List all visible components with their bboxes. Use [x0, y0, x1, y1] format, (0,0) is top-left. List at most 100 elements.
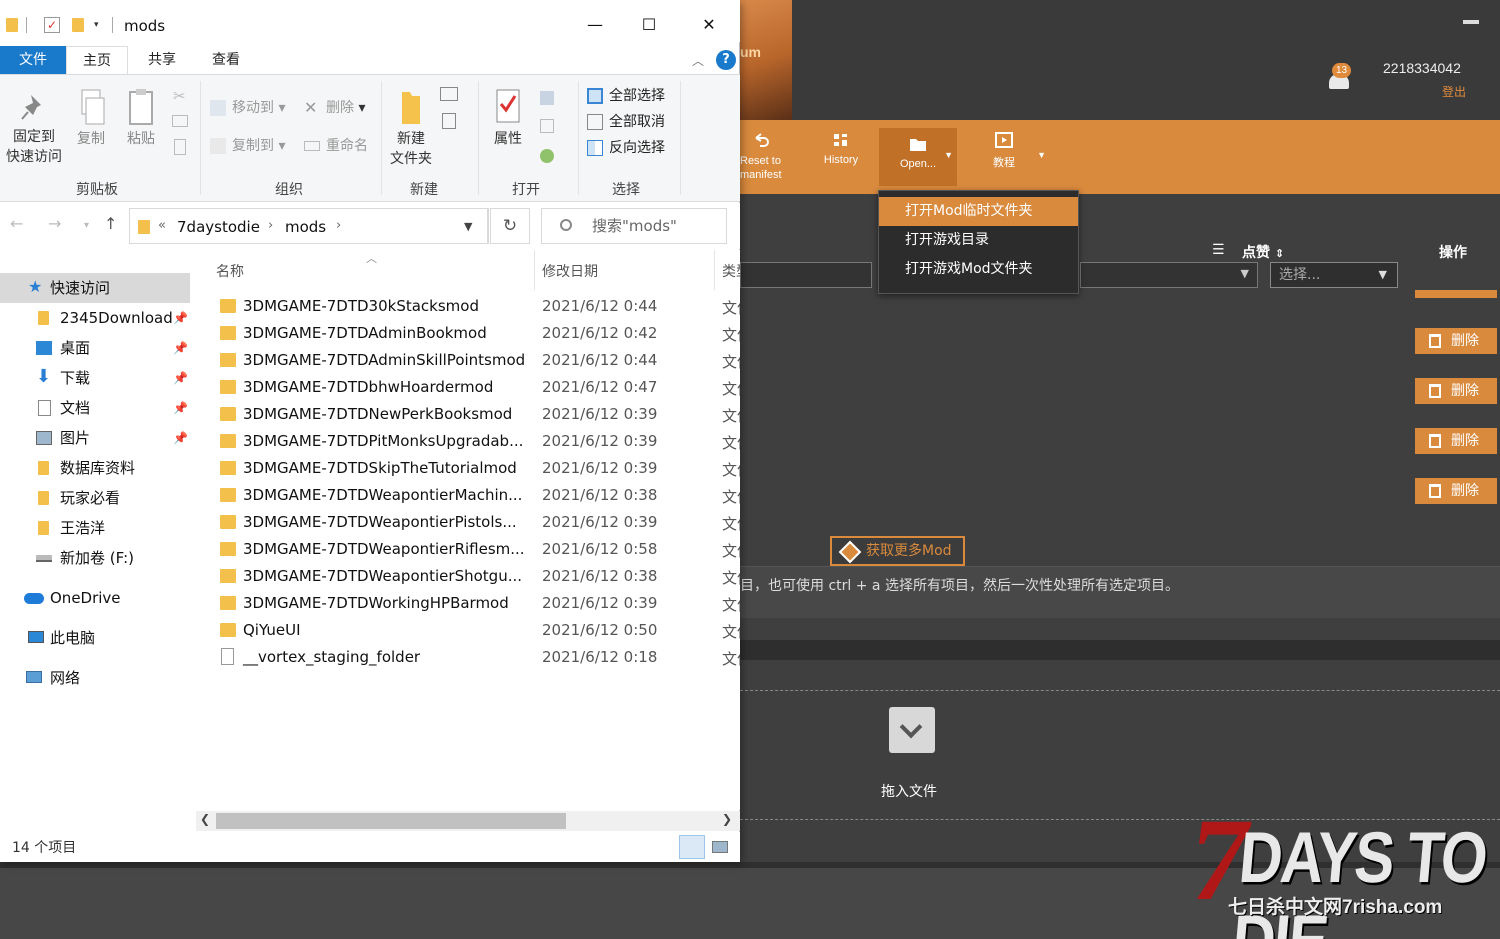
rename-button[interactable]: 重命名	[302, 135, 368, 157]
horizontal-scrollbar[interactable]: ❮ ❯	[196, 811, 740, 831]
easy-access-icon[interactable]	[442, 113, 456, 129]
table-row[interactable]: 3DMGAME-7DTDWeapontierMachin... 2021/6/12…	[196, 482, 740, 509]
column-divider[interactable]	[534, 250, 535, 290]
filter-select[interactable]: ▼	[1080, 262, 1258, 288]
table-row[interactable]: __vortex_staging_folder 2021/6/12 0:18 文件	[196, 644, 740, 671]
up-arrow-icon[interactable]: ↑	[104, 214, 117, 233]
breadcrumb-separator[interactable]: ›	[336, 218, 341, 233]
table-row[interactable]: 3DMGAME-7DTDWeapontierPistols... 2021/6/1…	[196, 509, 740, 536]
nav-item-drive-f[interactable]: 新加卷 (F:)	[0, 543, 190, 573]
column-header-type[interactable]: 类型	[722, 261, 740, 281]
tutorial-button[interactable]: 教程 ▼	[974, 128, 1046, 170]
address-bar[interactable]: « 7daystodie › mods › ▼	[129, 208, 488, 244]
table-row[interactable]: 3DMGAME-7DTDSkipTheTutorialmod 2021/6/12 …	[196, 455, 740, 482]
edit-icon[interactable]	[540, 119, 554, 133]
pin-to-quick-access-button[interactable]: 固定到 快速访问	[4, 91, 64, 167]
filter-input[interactable]	[740, 262, 872, 288]
history-button[interactable]: History	[814, 128, 868, 166]
menu-item-open-mod-staging[interactable]: 打开Mod临时文件夹	[879, 197, 1078, 226]
tab-view[interactable]: 查看	[196, 46, 256, 74]
copy-to-button[interactable]: 复制到 ▾	[208, 135, 285, 157]
table-row[interactable]: 3DMGAME-7DTDPitMonksUpgradab... 2021/6/12…	[196, 428, 740, 455]
collapse-ribbon-icon[interactable]: ︿	[692, 52, 704, 69]
customize-qa-icon[interactable]: ▾	[94, 20, 99, 30]
column-divider[interactable]	[714, 250, 715, 290]
breadcrumb-separator[interactable]: ›	[268, 218, 273, 233]
menu-item-open-game-dir[interactable]: 打开游戏目录	[879, 226, 1078, 255]
column-header-name[interactable]: 名称	[216, 261, 244, 281]
properties-button[interactable]: 属性	[486, 87, 530, 149]
copy-button[interactable]: 复制	[72, 87, 110, 149]
nav-this-pc[interactable]: 此电脑	[0, 623, 190, 653]
forward-arrow-icon[interactable]: →	[48, 214, 61, 233]
back-arrow-icon[interactable]: ←	[10, 214, 23, 233]
delete-button[interactable]: 删除	[1415, 428, 1497, 454]
paste-button[interactable]: 粘贴	[122, 87, 160, 149]
nav-quick-access[interactable]: ★ 快速访问	[0, 273, 190, 303]
logout-link[interactable]: 登出	[1442, 83, 1466, 100]
select-all-button[interactable]: 全部选择	[585, 85, 665, 107]
nav-item-documents[interactable]: 文档 📌	[0, 393, 190, 423]
properties-check-icon[interactable]: ✓	[44, 17, 60, 33]
scroll-right-icon[interactable]: ❯	[722, 812, 732, 826]
breadcrumb-mods[interactable]: mods	[285, 218, 326, 236]
copy-path-icon[interactable]	[172, 115, 188, 127]
get-more-mods-button[interactable]: 获取更多Mod	[830, 536, 965, 566]
minimize-button[interactable]: —	[572, 10, 618, 40]
delete-button-partial[interactable]	[1415, 290, 1497, 298]
table-row[interactable]: QiYueUI 2021/6/12 0:50 文件夹	[196, 617, 740, 644]
table-row[interactable]: 3DMGAME-7DTD30kStacksmod 2021/6/12 0:44 文件…	[196, 293, 740, 320]
breadcrumb-7daystodie[interactable]: 7daystodie	[177, 218, 260, 236]
nav-item-downloads[interactable]: ⬇ 下载 📌	[0, 363, 190, 393]
scroll-left-icon[interactable]: ❮	[200, 812, 210, 826]
scrollbar-thumb[interactable]	[216, 813, 566, 829]
menu-item-open-game-mods[interactable]: 打开游戏Mod文件夹	[879, 255, 1078, 284]
nav-item-2345download[interactable]: 2345Download 📌	[0, 303, 190, 333]
table-row[interactable]: 3DMGAME-7DTDAdminBookmod 2021/6/12 0:42 文件…	[196, 320, 740, 347]
open-button[interactable]: Open... ▼	[879, 128, 957, 186]
endorse-select[interactable]: 选择... ▼	[1270, 262, 1398, 288]
paste-shortcut-icon[interactable]	[174, 139, 186, 155]
refresh-button[interactable]: ↻	[490, 208, 530, 244]
history-icon[interactable]	[540, 149, 554, 163]
invert-selection-button[interactable]: 反向选择	[585, 137, 665, 159]
nav-item-must-read[interactable]: 玩家必看	[0, 483, 190, 513]
move-to-button[interactable]: 移动到 ▾	[208, 97, 285, 119]
open-icon[interactable]	[540, 91, 554, 105]
help-icon[interactable]: ?	[716, 50, 736, 70]
delete-button[interactable]: 删除	[1415, 328, 1497, 354]
table-row[interactable]: 3DMGAME-7DTDWorkingHPBarmod 2021/6/12 0:3…	[196, 590, 740, 617]
new-item-icon[interactable]	[440, 87, 458, 101]
search-input[interactable]: 搜索"mods"	[541, 208, 727, 244]
new-folder-icon[interactable]	[72, 18, 84, 32]
chevron-down-icon[interactable]: ▼	[464, 220, 472, 233]
tab-home[interactable]: 主页	[66, 46, 128, 74]
nav-item-database[interactable]: 数据库资料	[0, 453, 190, 483]
large-icons-view-icon[interactable]	[707, 835, 733, 859]
nav-network[interactable]: 网络	[0, 663, 190, 693]
delete-button[interactable]: 删除	[1415, 478, 1497, 504]
table-row[interactable]: 3DMGAME-7DTDbhwHoardermod 2021/6/12 0:47 文…	[196, 374, 740, 401]
recent-dropdown-icon[interactable]: ▾	[84, 220, 89, 231]
cut-icon[interactable]: ✂	[173, 87, 186, 105]
overflow-chevron[interactable]: «	[158, 218, 166, 233]
nav-item-wanghaoyang[interactable]: 王浩洋	[0, 513, 190, 543]
minimize-icon[interactable]	[1463, 20, 1479, 24]
nav-onedrive[interactable]: OneDrive	[0, 583, 190, 613]
table-row[interactable]: 3DMGAME-7DTDAdminSkillPointsmod 2021/6/12…	[196, 347, 740, 374]
tab-share[interactable]: 共享	[132, 46, 192, 74]
table-row[interactable]: 3DMGAME-7DTDWeapontierShotgu... 2021/6/12…	[196, 563, 740, 590]
reset-to-manifest-button[interactable]: Reset to manifest	[740, 128, 800, 182]
close-button[interactable]: ✕	[686, 10, 732, 40]
table-row[interactable]: 3DMGAME-7DTDNewPerkBooksmod 2021/6/12 0:3…	[196, 401, 740, 428]
delete-button[interactable]: 删除	[1415, 378, 1497, 404]
nav-item-pictures[interactable]: 图片 📌	[0, 423, 190, 453]
endorse-column-header[interactable]: ☰ 点赞 ⇕	[1212, 242, 1284, 262]
column-header-modified[interactable]: 修改日期	[542, 261, 598, 281]
table-row[interactable]: 3DMGAME-7DTDWeapontierRiflesm... 2021/6/1…	[196, 536, 740, 563]
details-view-icon[interactable]	[679, 835, 705, 859]
maximize-button[interactable]: ☐	[626, 10, 672, 40]
nav-item-desktop[interactable]: 桌面 📌	[0, 333, 190, 363]
select-none-button[interactable]: 全部取消	[585, 111, 665, 133]
notification-bell-icon[interactable]: 13	[1326, 63, 1352, 92]
